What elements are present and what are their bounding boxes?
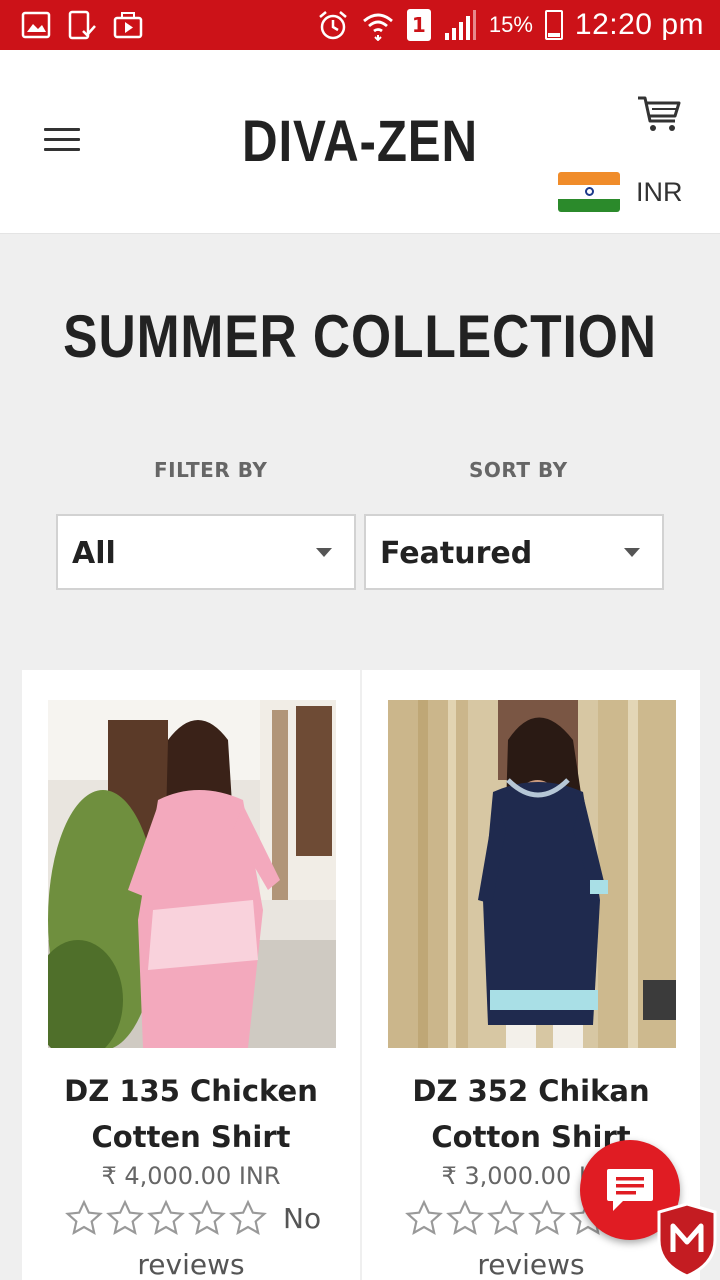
filter-label: FILTER BY: [154, 458, 268, 482]
status-bar: 1 15% 12:20 pm: [0, 0, 720, 50]
mcafee-shield-icon[interactable]: [655, 1200, 720, 1280]
chat-icon: [607, 1169, 653, 1211]
battery-icon: [544, 10, 563, 40]
sim-icon: 1: [406, 9, 431, 41]
cart-icon[interactable]: [636, 94, 682, 134]
battery-percent: 15%: [488, 12, 533, 37]
gallery-icon: [21, 11, 51, 39]
star-icon: [487, 1199, 525, 1235]
device-check-icon: [68, 10, 96, 40]
star-icon: [106, 1199, 144, 1235]
site-logo[interactable]: DIVA-ZEN: [54, 108, 666, 175]
filter-value: All: [72, 536, 116, 571]
reviews-text: No: [283, 1201, 322, 1235]
currency-code: INR: [636, 176, 683, 207]
reviews-text: reviews: [477, 1248, 585, 1280]
star-icon: [188, 1199, 226, 1235]
star-icon: [229, 1199, 267, 1235]
site-header: DIVA-ZEN INR: [0, 50, 720, 234]
signal-icon: [444, 10, 476, 40]
chevron-down-icon: [624, 548, 640, 557]
alarm-icon: [319, 11, 347, 40]
star-icon: [528, 1199, 566, 1235]
star-icon: [405, 1199, 443, 1235]
wifi-icon: [362, 13, 393, 41]
sort-value: Featured: [380, 536, 533, 571]
product-price: ₹ 4,000.00 INR: [101, 1162, 281, 1190]
currency-selector[interactable]: INR: [558, 172, 683, 212]
reviews-text: reviews: [137, 1248, 245, 1280]
video-icon: [113, 12, 143, 39]
filter-select[interactable]: All: [56, 514, 356, 590]
star-icon: [147, 1199, 185, 1235]
clock: 12:20 pm: [574, 8, 704, 41]
product-image[interactable]: [388, 700, 676, 1048]
sort-label: SORT BY: [469, 458, 568, 482]
rating-stars: No: [64, 1198, 321, 1238]
collection-title: SUMMER COLLECTION: [63, 303, 657, 370]
product-image[interactable]: [48, 700, 336, 1048]
product-name[interactable]: DZ 135 Chicken Cotten Shirt: [32, 1068, 350, 1160]
chevron-down-icon: [316, 548, 332, 557]
sort-select[interactable]: Featured: [364, 514, 664, 590]
star-icon: [65, 1199, 103, 1235]
star-icon: [446, 1199, 484, 1235]
india-flag-icon: [558, 172, 620, 212]
product-card[interactable]: DZ 135 Chicken Cotten Shirt ₹ 4,000.00 I…: [22, 670, 360, 1280]
